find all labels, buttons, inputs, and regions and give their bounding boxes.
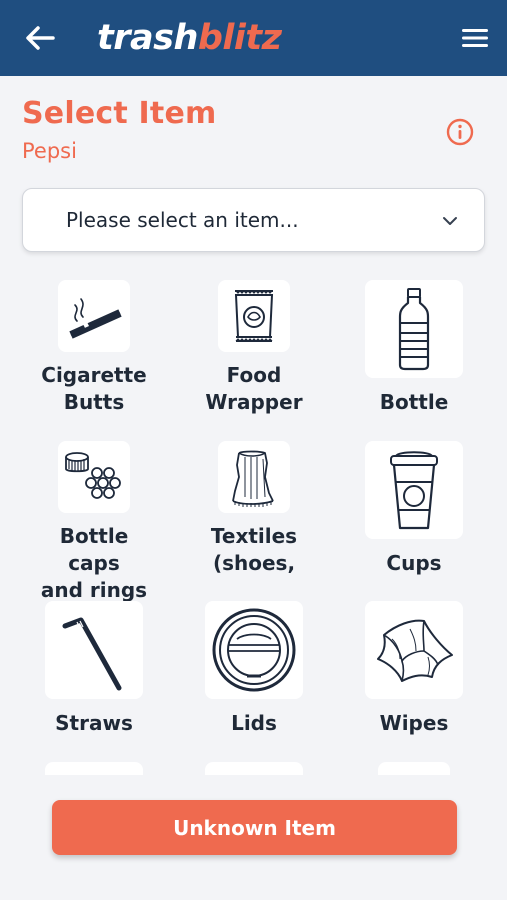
tile-icon-box xyxy=(58,280,130,352)
back-button[interactable] xyxy=(20,18,60,58)
tile-icon-box xyxy=(365,280,463,378)
tile-icon-box xyxy=(218,280,290,352)
bottle-caps-icon xyxy=(65,452,121,499)
app-header: trashblitz xyxy=(0,0,507,76)
item-tile-cups[interactable]: Cups xyxy=(354,441,474,581)
tile-icon-box xyxy=(218,441,290,513)
trashblitz-logo: trashblitz xyxy=(97,14,282,62)
straw-icon xyxy=(62,617,122,691)
chevron-down-icon xyxy=(443,217,457,225)
tile-icon-box xyxy=(58,441,130,513)
item-label: Straws xyxy=(55,711,133,735)
item-label: Lids xyxy=(231,711,277,735)
item-tile-partial[interactable] xyxy=(354,762,474,775)
item-label: Textiles (shoes, xyxy=(210,524,298,575)
bottle-icon xyxy=(398,288,430,371)
tile-icon-box xyxy=(378,762,450,775)
item-tile-bottle[interactable]: Bottle xyxy=(354,280,474,420)
item-label: Bottle caps and rings xyxy=(40,524,148,602)
tile-icon-box xyxy=(205,601,303,699)
tile-icon-box xyxy=(205,762,303,775)
tile-icon-box xyxy=(45,762,143,775)
item-label: Bottle xyxy=(379,390,449,414)
brand-subtitle: Pepsi xyxy=(22,139,77,163)
item-tile-partial[interactable] xyxy=(194,762,314,775)
logo-blitz: blitz xyxy=(197,18,282,58)
item-select-dropdown[interactable]: Please select an item... xyxy=(22,188,485,252)
item-tile-bottle-caps[interactable]: Bottle caps and rings xyxy=(34,441,154,602)
cup-icon xyxy=(390,451,438,530)
tile-icon-box xyxy=(45,601,143,699)
info-icon xyxy=(446,118,474,146)
item-label: Food Wrapper xyxy=(205,363,303,414)
unknown-item-button[interactable]: Unknown Item xyxy=(52,800,457,855)
arrow-left-icon xyxy=(26,26,55,50)
logo-trash: trash xyxy=(97,18,198,58)
item-tile-lids[interactable]: Lids xyxy=(194,601,314,741)
textiles-icon xyxy=(232,450,274,507)
cigarette-icon xyxy=(69,298,122,339)
info-button[interactable] xyxy=(446,118,474,146)
item-tile-wipes[interactable]: Wipes xyxy=(354,601,474,741)
tile-icon-box xyxy=(365,441,463,539)
menu-button[interactable] xyxy=(455,18,495,58)
item-tile-partial[interactable] xyxy=(34,762,154,775)
item-label: Cigarette Butts xyxy=(41,363,147,414)
page-title: Select Item xyxy=(22,96,217,131)
item-tile-straws[interactable]: Straws xyxy=(34,601,154,741)
dropdown-selected-text: Please select an item... xyxy=(66,208,299,232)
item-label: Wipes xyxy=(379,711,449,735)
item-tile-cigarette-butts[interactable]: Cigarette Butts xyxy=(34,280,154,420)
item-grid: Cigarette Butts Food Wrapper Bottle Bott… xyxy=(0,260,507,775)
hamburger-menu-icon xyxy=(462,29,488,47)
item-tile-food-wrapper[interactable]: Food Wrapper xyxy=(194,280,314,420)
item-tile-textiles[interactable]: Textiles (shoes, xyxy=(194,441,314,581)
lid-icon xyxy=(212,608,296,692)
tile-icon-box xyxy=(365,601,463,699)
item-label: Cups xyxy=(386,551,442,575)
food-wrapper-icon xyxy=(234,290,274,342)
wipes-icon xyxy=(377,619,453,682)
